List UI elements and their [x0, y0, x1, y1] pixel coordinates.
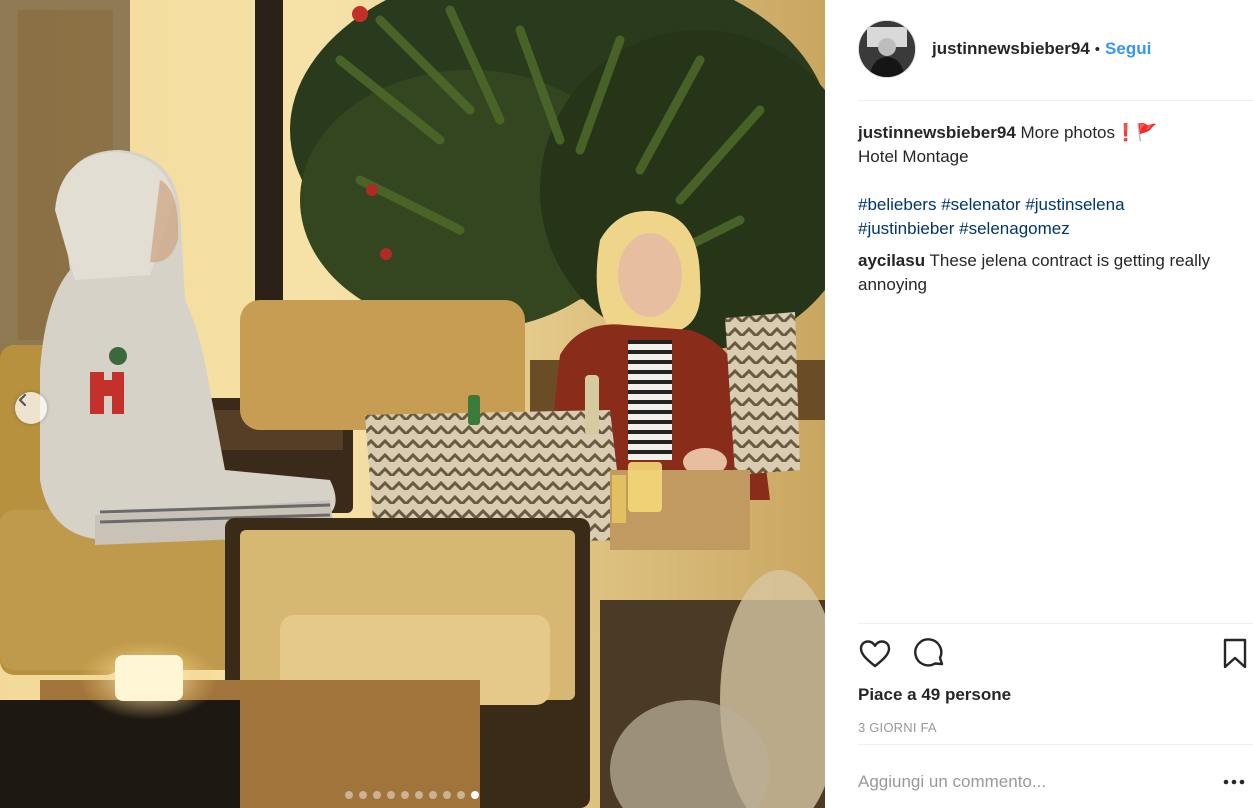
bookmark-icon — [1223, 638, 1247, 669]
caption-line-1: justinnewsbieber94 More photos❗🚩 — [858, 121, 1250, 145]
follow-button[interactable]: Segui — [1105, 39, 1151, 59]
save-button[interactable] — [1222, 637, 1253, 671]
add-comment-input[interactable] — [858, 772, 1198, 792]
likes-count[interactable]: Piace a 49 persone — [858, 685, 1011, 705]
caption-author[interactable]: justinnewsbieber94 — [858, 123, 1016, 142]
caption-hashtags: #beliebers #selenator #justinselena #jus… — [858, 193, 1250, 241]
more-options-icon[interactable] — [1223, 776, 1245, 788]
photo-scene — [0, 0, 825, 808]
carousel-indicator — [345, 791, 479, 799]
hashtag-link[interactable]: #selenator — [941, 195, 1020, 214]
post-side-panel: justinnewsbieber94 • Segui justinnewsbie… — [825, 0, 1253, 808]
hashtag-link[interactable]: #justinselena — [1025, 195, 1124, 214]
divider — [858, 623, 1253, 624]
carousel-dot — [345, 791, 353, 799]
carousel-dot — [387, 791, 395, 799]
carousel-dot — [457, 791, 465, 799]
heart-icon — [859, 640, 891, 668]
comment-bubble-icon — [914, 638, 944, 667]
caption-emoji: ❗🚩 — [1115, 123, 1158, 142]
post-timestamp[interactable]: 3 GIORNI FA — [858, 720, 937, 735]
carousel-prev-button[interactable] — [15, 392, 47, 424]
post-actions — [858, 637, 1247, 671]
carousel-dot — [415, 791, 423, 799]
carousel-dot — [373, 791, 381, 799]
avatar[interactable] — [858, 20, 916, 78]
caption-location-text: Hotel Montage — [858, 147, 969, 166]
like-button[interactable] — [858, 637, 892, 671]
divider — [858, 100, 1253, 101]
carousel-dot — [471, 791, 479, 799]
comment-author[interactable]: aycilasu — [858, 251, 925, 270]
chevron-left-icon — [18, 393, 27, 407]
carousel-dot — [401, 791, 409, 799]
comment-button[interactable] — [913, 637, 947, 671]
hashtag-link[interactable]: #selenagomez — [959, 219, 1070, 238]
hashtag-link[interactable]: #beliebers — [858, 195, 936, 214]
post-username[interactable]: justinnewsbieber94 — [932, 39, 1090, 59]
post-header: justinnewsbieber94 • Segui — [858, 18, 1253, 80]
comment-item: aycilasu These jelena contract is gettin… — [858, 249, 1250, 297]
hashtag-link[interactable]: #justinbieber — [858, 219, 954, 238]
carousel-dot — [443, 791, 451, 799]
post-caption: justinnewsbieber94 More photos❗🚩 Hotel M… — [858, 121, 1250, 241]
avatar-image — [859, 21, 915, 77]
carousel-dot — [359, 791, 367, 799]
carousel-dot — [429, 791, 437, 799]
separator-bullet: • — [1094, 40, 1101, 58]
divider — [858, 744, 1253, 745]
post-photo[interactable] — [0, 0, 825, 808]
caption-text: More photos — [1020, 123, 1116, 142]
